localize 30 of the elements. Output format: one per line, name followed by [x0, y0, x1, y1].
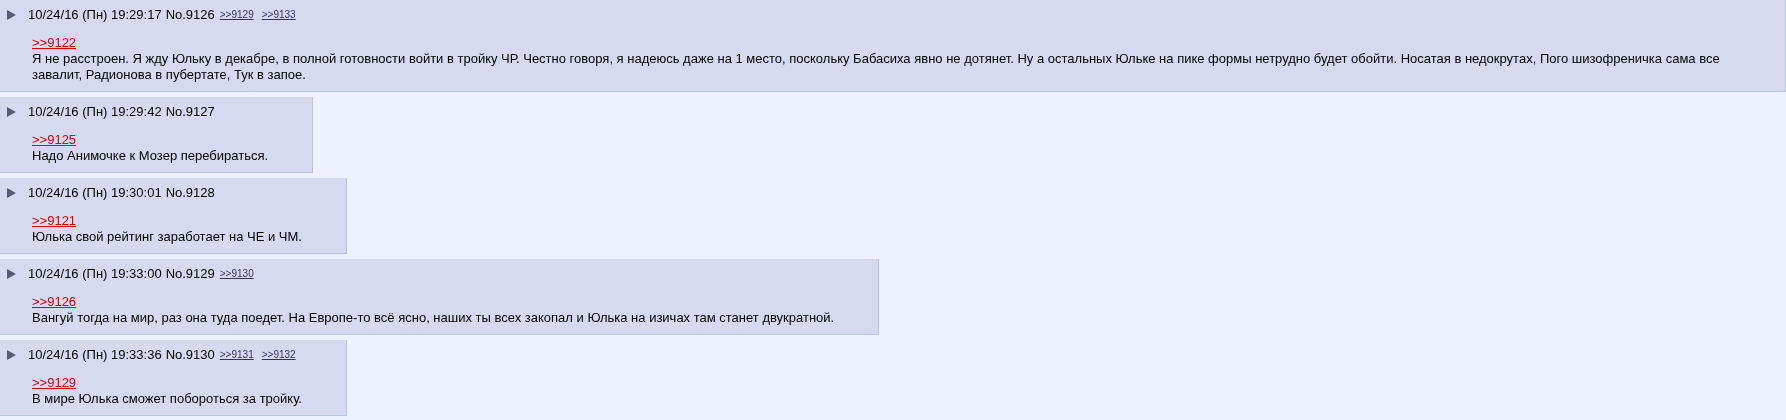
post-date: 10/24/16 (Пн) 19:29:42	[28, 104, 162, 120]
post-number[interactable]: No.9130	[165, 347, 215, 363]
post-number[interactable]: No.9126	[165, 7, 215, 23]
post-number[interactable]: No.9128	[165, 185, 215, 201]
quote-link[interactable]: >>9129	[32, 375, 77, 391]
post-number[interactable]: No.9129	[165, 266, 215, 282]
reply-link[interactable]: >>9129	[219, 7, 254, 23]
reply-link[interactable]: >>9130	[219, 266, 254, 282]
triangle-icon[interactable]	[7, 269, 16, 279]
reply-link[interactable]: >>9132	[261, 347, 296, 363]
post-date: 10/24/16 (Пн) 19:30:01	[28, 185, 162, 201]
triangle-icon[interactable]	[7, 10, 16, 20]
triangle-icon[interactable]	[7, 350, 16, 360]
post-text: Я не расстроен. Я жду Юльку в декабре, в полной готовности войти в тройку ЧР. Честно говоря, я надеюсь даже на 1 место, поскольку Бабасиха явно не дотянет. Ну а остальных Юльке на пике формы нетрудно будет обойти. Носатая в недокрутах, Пого шизофреничка сама все завалит, Радионова в пубертате, Тук в запое.	[32, 51, 1721, 83]
post-date: 10/24/16 (Пн) 19:33:36	[28, 347, 162, 363]
triangle-icon[interactable]	[7, 188, 16, 198]
post-text: Надо Анимочке к Мозер перебираться.	[32, 148, 269, 164]
post-date: 10/24/16 (Пн) 19:29:17	[28, 7, 162, 23]
reply-link[interactable]: >>9131	[219, 347, 254, 363]
post-text: В мире Юлька сможет побороться за тройку.	[32, 391, 302, 407]
quote-link[interactable]: >>9122	[32, 35, 77, 51]
triangle-icon[interactable]	[7, 107, 16, 117]
quote-link[interactable]: >>9121	[32, 213, 77, 229]
reply-link[interactable]: >>9133	[261, 7, 296, 23]
post-text: Вангуй тогда на мир, раз она туда поедет. На Европе-то всё ясно, наших ты всех закопал и Юлька на изичах там станет двукратной.	[32, 310, 835, 326]
post-text: Юлька свой рейтинг заработает на ЧЕ и ЧМ.	[32, 229, 302, 245]
quote-link[interactable]: >>9125	[32, 132, 77, 148]
quote-link[interactable]: >>9126	[32, 294, 77, 310]
post-number[interactable]: No.9127	[165, 104, 215, 120]
post-date: 10/24/16 (Пн) 19:33:00	[28, 266, 162, 282]
